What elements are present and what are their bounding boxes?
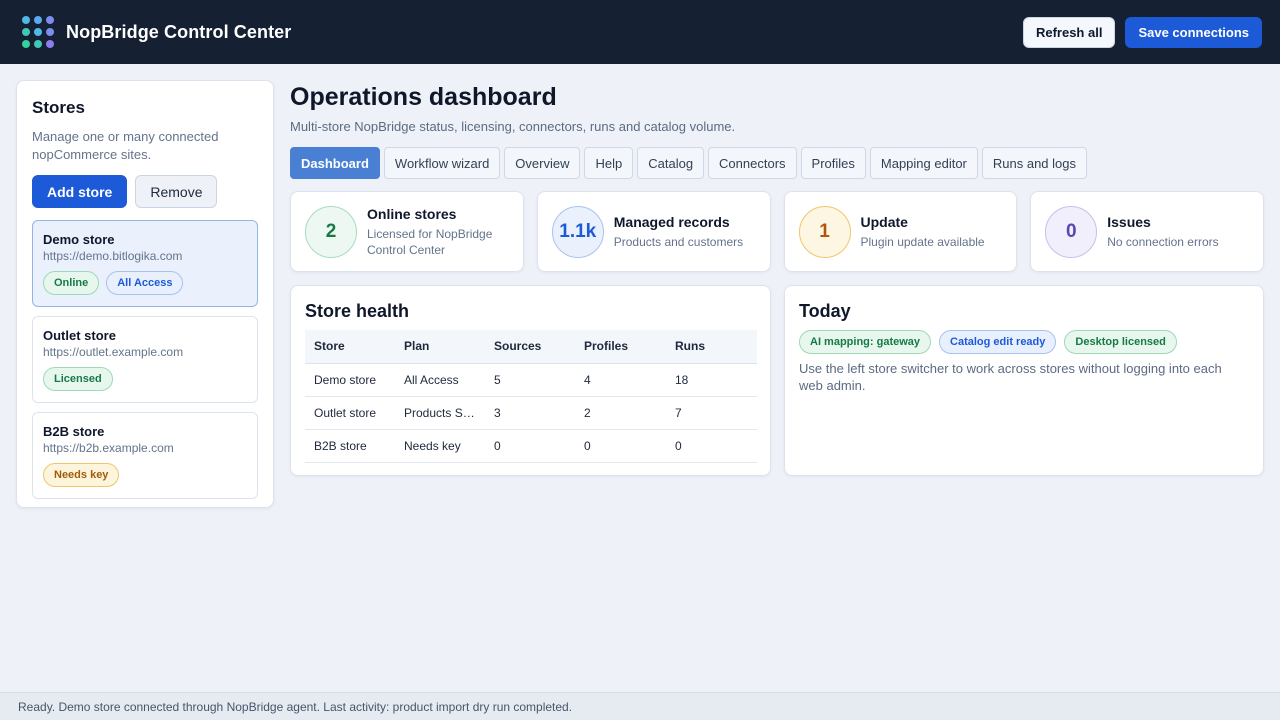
remove-store-button[interactable]: Remove bbox=[135, 175, 218, 208]
stat-sub: No connection errors bbox=[1107, 234, 1219, 249]
main-content: Operations dashboard Multi-store NopBrid… bbox=[290, 80, 1264, 476]
stat-label: Issues bbox=[1107, 213, 1151, 230]
stat-issues: 0 Issues No connection errors bbox=[1030, 191, 1264, 272]
dot-grid-logo-icon bbox=[22, 16, 54, 48]
status-bar: Ready. Demo store connected through NopB… bbox=[0, 692, 1280, 720]
today-text: Use the left store switcher to work acro… bbox=[799, 361, 1222, 393]
panels: Store health Store Plan Sources Profiles… bbox=[290, 285, 1264, 476]
panel-title: Today bbox=[799, 301, 851, 321]
table-cell: Products Su... bbox=[395, 396, 485, 430]
stat-label: Managed records bbox=[613, 213, 730, 230]
tab-connectors[interactable]: Connectors bbox=[708, 147, 797, 179]
tab-runs-and-logs[interactable]: Runs and logs bbox=[981, 147, 1088, 179]
store-badges: Online All Access bbox=[43, 271, 247, 295]
stat-sub: Licensed for NopBridge Control Center bbox=[367, 226, 493, 257]
table-row: B2B store Needs key 0 0 0 bbox=[305, 429, 757, 463]
ai-mapping-badge: AI mapping: gateway bbox=[799, 330, 932, 354]
save-connections-button[interactable]: Save connections bbox=[1125, 16, 1262, 48]
store-name: Outlet store bbox=[43, 328, 116, 343]
store-card-b2b[interactable]: B2B store https://b2b.example.com Needs … bbox=[32, 412, 258, 499]
store-card-outlet[interactable]: Outlet store https://outlet.example.com … bbox=[32, 316, 258, 403]
store-name: Demo store bbox=[43, 232, 115, 247]
store-badges: Needs key bbox=[43, 463, 247, 487]
page-title: Operations dashboard bbox=[290, 83, 557, 111]
table-header-row: Store Plan Sources Profiles Runs bbox=[305, 330, 757, 364]
sidebar-actions: Add store Remove bbox=[32, 175, 258, 208]
table-cell: 0 bbox=[666, 429, 757, 463]
stat-update: 1 Update Plugin update available bbox=[783, 191, 1018, 272]
stat-managed-records: 1.1k Managed records Products and custom… bbox=[536, 191, 771, 272]
column-header: Profiles bbox=[575, 330, 666, 364]
column-header: Store bbox=[305, 330, 395, 364]
status-badge: Licensed bbox=[43, 367, 113, 391]
sidebar-title: Stores bbox=[32, 98, 85, 117]
tab-catalog[interactable]: Catalog bbox=[637, 147, 705, 179]
tab-bar: Dashboard Workflow wizard Overview Help … bbox=[290, 147, 1264, 179]
stat-value: 2 bbox=[305, 205, 357, 258]
table-cell: Needs key bbox=[395, 429, 485, 463]
store-health-table: Store Plan Sources Profiles Runs Demo st… bbox=[305, 330, 757, 463]
panel-title: Store health bbox=[305, 301, 410, 321]
top-bar: NopBridge Control Center Refresh all Sav… bbox=[0, 0, 1280, 64]
tab-profiles[interactable]: Profiles bbox=[800, 147, 866, 179]
stat-label: Update bbox=[860, 213, 908, 230]
stat-online-stores: 2 Online stores Licensed for NopBridge C… bbox=[290, 191, 524, 272]
stat-sub: Plugin update available bbox=[860, 234, 985, 249]
store-health-panel: Store health Store Plan Sources Profiles… bbox=[290, 285, 771, 476]
tab-help[interactable]: Help bbox=[584, 147, 634, 179]
table-row: Demo store All Access 5 4 18 bbox=[305, 363, 757, 397]
column-header: Plan bbox=[395, 330, 485, 364]
stat-value: 1 bbox=[798, 205, 851, 258]
table-cell: 18 bbox=[666, 363, 757, 397]
today-panel: Today AI mapping: gateway Catalog edit r… bbox=[784, 285, 1264, 476]
tab-mapping-editor[interactable]: Mapping editor bbox=[869, 147, 978, 179]
store-url: https://demo.bitlogika.com bbox=[43, 249, 183, 263]
table-cell: 0 bbox=[575, 429, 666, 463]
stat-value: 1.1k bbox=[551, 205, 604, 258]
table-cell: 5 bbox=[485, 363, 575, 397]
table-cell: 7 bbox=[666, 396, 757, 430]
today-badges: AI mapping: gateway Catalog edit ready D… bbox=[799, 330, 1249, 354]
column-header: Sources bbox=[485, 330, 575, 364]
column-header: Runs bbox=[666, 330, 757, 364]
table-cell: 2 bbox=[575, 396, 666, 430]
stat-sub: Products and customers bbox=[613, 234, 744, 249]
tab-dashboard[interactable]: Dashboard bbox=[290, 147, 380, 179]
plan-badge: All Access bbox=[106, 271, 184, 295]
table-cell: 4 bbox=[575, 363, 666, 397]
status-badge: Needs key bbox=[43, 463, 120, 487]
add-store-button[interactable]: Add store bbox=[32, 175, 128, 208]
app-title: NopBridge Control Center bbox=[66, 21, 292, 42]
sidebar-description: Manage one or many connected nopCommerce… bbox=[32, 129, 219, 162]
store-badges: Licensed bbox=[43, 367, 247, 391]
store-name: B2B store bbox=[43, 424, 105, 439]
desktop-licensed-badge: Desktop licensed bbox=[1064, 330, 1177, 354]
stat-label: Online stores bbox=[367, 205, 457, 222]
stores-sidebar: Stores Manage one or many connected nopC… bbox=[16, 80, 274, 508]
refresh-all-button[interactable]: Refresh all bbox=[1022, 16, 1116, 48]
header-actions: Refresh all Save connections bbox=[1022, 16, 1262, 48]
store-url: https://outlet.example.com bbox=[43, 345, 184, 359]
stat-value: 0 bbox=[1045, 205, 1098, 258]
table-cell: B2B store bbox=[305, 429, 395, 463]
stat-cards: 2 Online stores Licensed for NopBridge C… bbox=[290, 191, 1264, 272]
status-badge: Online bbox=[43, 271, 100, 295]
tab-workflow-wizard[interactable]: Workflow wizard bbox=[383, 147, 501, 179]
table-cell: Outlet store bbox=[305, 396, 395, 430]
status-text: Ready. Demo store connected through NopB… bbox=[18, 699, 573, 714]
table-cell: All Access bbox=[395, 363, 485, 397]
store-card-demo[interactable]: Demo store https://demo.bitlogika.com On… bbox=[32, 220, 258, 307]
catalog-edit-badge: Catalog edit ready bbox=[939, 330, 1057, 354]
table-cell: 0 bbox=[485, 429, 575, 463]
tab-overview[interactable]: Overview bbox=[504, 147, 581, 179]
page-subtitle: Multi-store NopBridge status, licensing,… bbox=[290, 119, 736, 134]
store-url: https://b2b.example.com bbox=[43, 441, 174, 455]
table-cell: Demo store bbox=[305, 363, 395, 397]
table-cell: 3 bbox=[485, 396, 575, 430]
table-row: Outlet store Products Su... 3 2 7 bbox=[305, 396, 757, 430]
